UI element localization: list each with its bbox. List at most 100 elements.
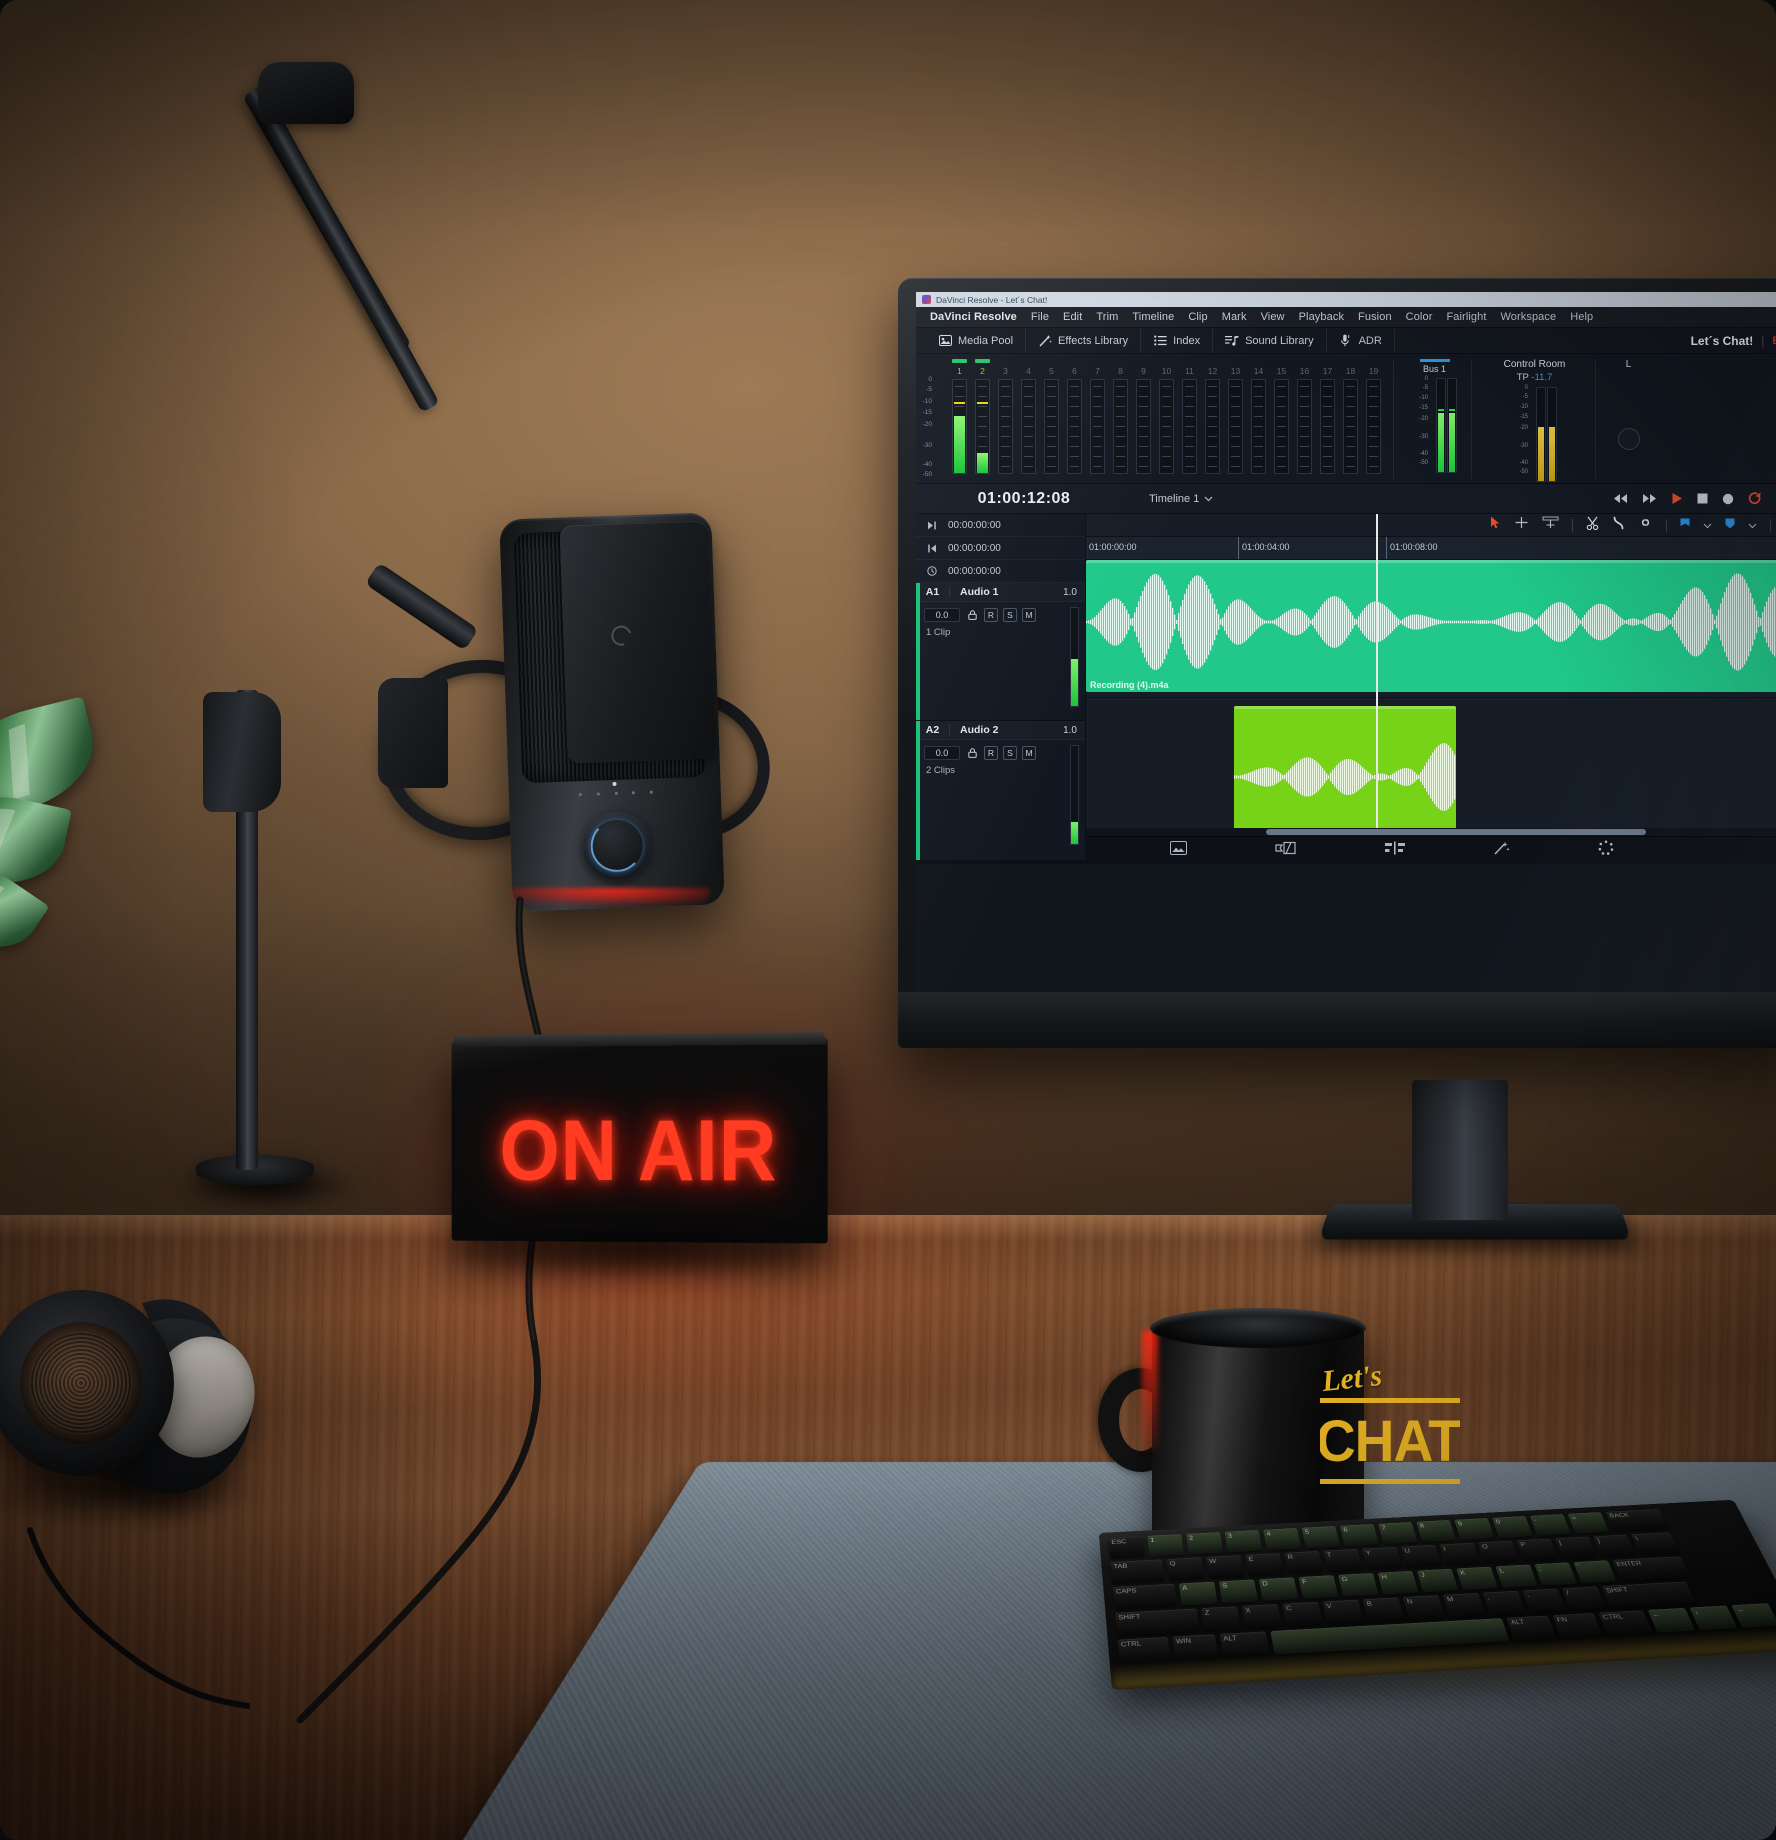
keyboard-key[interactable]: CAPS: [1112, 1583, 1178, 1610]
timeline-track-lanes[interactable]: Recording (4).m4a Recording (4).m4a: [1086, 560, 1776, 836]
keyboard-key[interactable]: S: [1218, 1579, 1259, 1604]
keyboard-key[interactable]: V: [1322, 1599, 1364, 1625]
loop-icon[interactable]: [1748, 491, 1762, 506]
mixer-channel-11[interactable]: 11: [1178, 359, 1201, 479]
keyboard-key[interactable]: H: [1377, 1570, 1419, 1595]
track-header-A2[interactable]: A2 Audio 2 1.0 0.0 R S M 2 Clips: [916, 721, 1085, 861]
keyboard-key[interactable]: R: [1284, 1551, 1324, 1575]
current-timecode[interactable]: 01:00:12:08: [924, 490, 1124, 508]
timecode-field-duration-clock[interactable]: 00:00:00:00: [916, 560, 1085, 583]
mixer-channel-1[interactable]: 1: [948, 359, 971, 479]
mixer-channel-13[interactable]: 13: [1224, 359, 1247, 479]
keyboard-key[interactable]: E: [1244, 1553, 1284, 1577]
keyboard-key[interactable]: .: [1522, 1588, 1566, 1613]
menu-item-mark[interactable]: Mark: [1215, 311, 1254, 323]
color-page-icon[interactable]: [1598, 840, 1614, 861]
keyboard-key[interactable]: M: [1442, 1592, 1486, 1618]
track-name[interactable]: Audio 2: [950, 724, 999, 736]
track-button-m[interactable]: M: [1022, 746, 1036, 760]
mixer-channel-8[interactable]: 8: [1109, 359, 1132, 479]
track-header-A1[interactable]: A1 Audio 1 1.0 0.0 R S M 1 Clip: [916, 583, 1085, 721]
timeline-canvas[interactable]: 01:00:00:00 01:00:04:00 01:00:08:00 Record…: [1086, 514, 1776, 836]
keyboard-key[interactable]: -: [1529, 1514, 1572, 1536]
toolbar-effects-library[interactable]: Effects Library: [1026, 328, 1142, 353]
keyboard-key[interactable]: 6: [1339, 1524, 1380, 1547]
keyboard-key[interactable]: ←: [1647, 1607, 1696, 1633]
selection-arrow-icon[interactable]: [1490, 516, 1501, 534]
mixer-channel-2[interactable]: 2: [971, 359, 994, 479]
keyboard-key[interactable]: 2: [1185, 1532, 1224, 1555]
mixer-channel-5[interactable]: 5: [1040, 359, 1063, 479]
mic-gain-knob[interactable]: [581, 810, 652, 882]
keyboard-key[interactable]: D: [1258, 1577, 1299, 1602]
mixer-channel-strip-area[interactable]: 1 2 3 4 5 6 7 8 9 10 11 12 13 14 15 16 17 18 19: [934, 359, 1385, 479]
keyboard-key[interactable]: →: [1731, 1603, 1776, 1628]
menu-item-clip[interactable]: Clip: [1181, 311, 1214, 323]
timecode-field-go-to-start[interactable]: 00:00:00:00: [916, 537, 1085, 560]
track-controls[interactable]: 0.0 R S M: [916, 740, 1085, 760]
keyboard-key[interactable]: K: [1456, 1566, 1499, 1591]
keyboard-key[interactable]: 1: [1147, 1534, 1185, 1557]
track-button-s[interactable]: S: [1003, 608, 1017, 622]
marker-icon[interactable]: [1725, 516, 1735, 534]
rewind-icon[interactable]: [1613, 493, 1628, 504]
menu-item-playback[interactable]: Playback: [1292, 311, 1351, 323]
keyboard-key[interactable]: /: [1562, 1586, 1607, 1611]
keyboard-key[interactable]: O: [1477, 1540, 1520, 1564]
edit-page-icon[interactable]: [1384, 841, 1405, 860]
menu-item-color[interactable]: Color: [1399, 311, 1440, 323]
mixer-channel-10[interactable]: 10: [1155, 359, 1178, 479]
fusion-page-icon[interactable]: [1493, 841, 1510, 861]
mixer-channel-7[interactable]: 7: [1086, 359, 1109, 479]
keyboard-key[interactable]: ↓: [1689, 1605, 1738, 1631]
audio-clip[interactable]: Recording (4).m4a: [1086, 560, 1776, 692]
keyboard-key[interactable]: 3: [1224, 1530, 1263, 1553]
timeline-lane-A1[interactable]: Recording (4).m4a: [1086, 560, 1776, 698]
link-icon[interactable]: [1638, 516, 1653, 534]
keyboard-key[interactable]: SHIFT: [1601, 1581, 1697, 1609]
keyboard-key[interactable]: ': [1573, 1560, 1617, 1584]
menu-item-davinci-resolve[interactable]: DaVinci Resolve: [923, 311, 1024, 323]
timeline-lane-A2[interactable]: Recording (4).m4a: [1086, 698, 1776, 836]
keyboard-key[interactable]: P: [1516, 1538, 1559, 1562]
keyboard-key[interactable]: \: [1631, 1532, 1680, 1555]
mixer-channel-12[interactable]: 12: [1201, 359, 1224, 479]
mixer-channel-19[interactable]: 19: [1362, 359, 1385, 479]
menu-bar[interactable]: DaVinci Resolve File Edit Trim Timeline …: [916, 307, 1776, 328]
timeline-ruler[interactable]: 01:00:00:00 01:00:04:00 01:00:08:00: [1086, 537, 1776, 560]
keyboard-key[interactable]: Z: [1201, 1606, 1241, 1631]
mixer-channel-18[interactable]: 18: [1339, 359, 1362, 479]
main-toolbar[interactable]: Media Pool Effects Library Index Sound L…: [916, 328, 1776, 354]
curve-editor-icon[interactable]: [1612, 516, 1625, 535]
keyboard-key[interactable]: ALT: [1506, 1615, 1557, 1641]
keyboard-key[interactable]: ENTER: [1612, 1556, 1691, 1582]
track-button-m[interactable]: M: [1022, 608, 1036, 622]
menu-item-view[interactable]: View: [1254, 311, 1292, 323]
mixer-channel-17[interactable]: 17: [1316, 359, 1339, 479]
track-button-r[interactable]: R: [984, 746, 998, 760]
track-name[interactable]: Audio 1: [950, 586, 999, 598]
cut-page-icon[interactable]: [1275, 841, 1297, 860]
keyboard-key[interactable]: 9: [1454, 1518, 1495, 1540]
keyboard-key[interactable]: TAB: [1110, 1559, 1165, 1584]
keyboard-key[interactable]: 0: [1491, 1516, 1533, 1538]
menu-item-workspace[interactable]: Workspace: [1494, 311, 1564, 323]
mixer-channel-14[interactable]: 14: [1247, 359, 1270, 479]
keyboard-key[interactable]: 4: [1263, 1528, 1302, 1551]
scrollbar-thumb[interactable]: [1266, 829, 1646, 835]
keyboard-key[interactable]: CTRL: [1598, 1610, 1653, 1636]
keyboard-key[interactable]: =: [1567, 1512, 1610, 1534]
snapping-icon[interactable]: [1542, 516, 1559, 534]
menu-item-help[interactable]: Help: [1563, 311, 1600, 323]
menu-item-fairlight[interactable]: Fairlight: [1439, 311, 1493, 323]
keyboard-key[interactable]: Q: [1166, 1557, 1205, 1581]
menu-item-timeline[interactable]: Timeline: [1125, 311, 1181, 323]
flag-chevron-icon[interactable]: [1703, 516, 1712, 534]
toolbar-adr[interactable]: ADR: [1327, 328, 1395, 353]
mixer-channel-9[interactable]: 9: [1132, 359, 1155, 479]
track-button-s[interactable]: S: [1003, 746, 1017, 760]
page-switcher[interactable]: [1169, 840, 1614, 861]
mixer-channel-15[interactable]: 15: [1270, 359, 1293, 479]
keyboard-key[interactable]: CTRL: [1117, 1636, 1171, 1664]
track-gain-field[interactable]: 0.0: [924, 608, 960, 622]
